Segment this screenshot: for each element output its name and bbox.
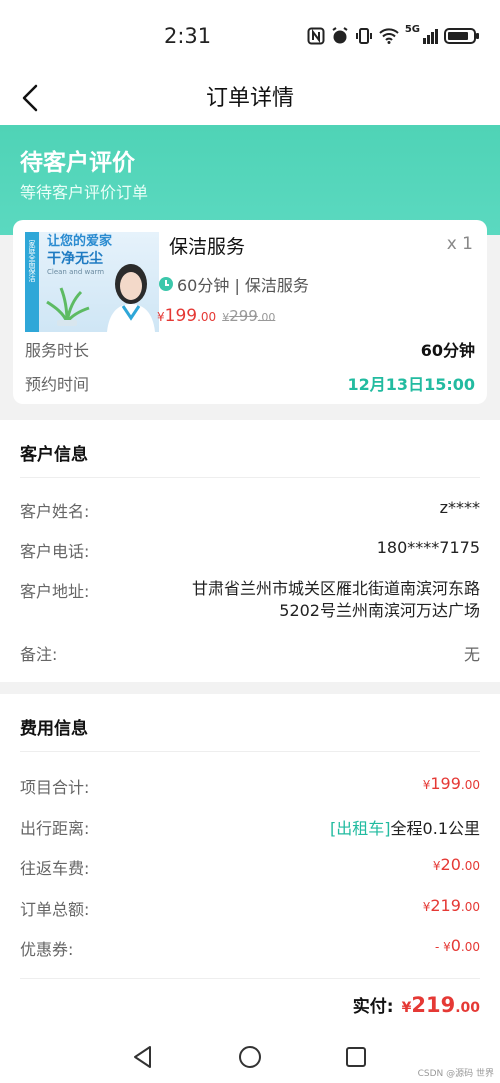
order-status-subtitle: 等待客户评价订单 (20, 183, 149, 202)
paid-amount-row: 实付: ¥219.00 (353, 992, 480, 1017)
cleaner-illustration (107, 264, 155, 332)
system-nav-bar: CSDN @源码 世界 (0, 1030, 500, 1083)
signal-icon (423, 29, 438, 44)
image-text-1: 让您的爱家 (47, 234, 113, 249)
status-header: 待客户评价 等待客户评价订单 (0, 125, 500, 235)
price-line: ¥199.00 ¥299.00 (157, 306, 275, 326)
battery-icon (444, 28, 479, 44)
address-line-1: 甘肃省兰州市城关区雁北街道南滨河东路 (191, 579, 480, 598)
current-price: ¥199.00 (157, 306, 217, 326)
customer-info-section: 客户信息 客户姓名: z**** 客户电话: 180****7175 客户地址:… (0, 420, 500, 682)
section-gap (0, 682, 500, 694)
network-label: 5G (404, 24, 420, 35)
nfc-icon (307, 27, 325, 45)
status-time: 2:31 (164, 24, 212, 48)
duration-label: 服务时长 (25, 341, 90, 360)
service-quantity: x 1 (446, 234, 473, 254)
vibrate-icon (355, 28, 372, 44)
coupon-value: - ¥0.00 (434, 936, 480, 955)
page-title: 订单详情 (205, 86, 294, 111)
appointment-value: 12月13日15:00 (347, 375, 475, 394)
total-value: ¥219.00 (422, 896, 480, 915)
original-price: ¥299.00 (222, 307, 276, 325)
customer-phone-label: 客户电话: (20, 542, 90, 561)
plant-illustration (46, 287, 90, 326)
subtotal-value: ¥199.00 (422, 774, 480, 793)
image-band-text: 家庭全面保洁 (28, 240, 36, 282)
appointment-label: 预约时间 (25, 375, 90, 394)
section-title: 费用信息 (20, 719, 88, 739)
image-text-2: 干净无尘 (47, 251, 103, 267)
customer-name-value: z**** (439, 498, 480, 517)
transport-tag: [出租车] (330, 819, 391, 838)
subtotal-label: 项目合计: (20, 778, 90, 797)
customer-name-label: 客户姓名: (20, 502, 90, 521)
image-side-band: 家庭全面保洁 (25, 232, 39, 332)
top-nav: 订单详情 (0, 72, 500, 125)
clock-icon (159, 277, 173, 291)
fare-label: 往返车费: (20, 859, 90, 878)
recents-square-icon[interactable] (344, 1045, 368, 1069)
service-duration-line: 60分钟 | 保洁服务 (159, 272, 309, 296)
image-text-3: Clean and warm (47, 268, 105, 276)
service-name: 保洁服务 (169, 236, 246, 258)
watermark: CSDN @源码 世界 (417, 1069, 494, 1079)
status-icons: 5G (307, 24, 479, 48)
fare-value: ¥20.00 (432, 855, 480, 874)
coupon-label: 优惠券: (20, 940, 74, 959)
customer-address-label: 客户地址: (20, 582, 90, 601)
back-triangle-icon[interactable] (130, 1044, 156, 1070)
fee-info-section: 费用信息 项目合计: ¥199.00 出行距离: [出租车]全程0.1公里 往返… (0, 694, 500, 1030)
service-image: 家庭全面保洁 让您的爱家 干净无尘 Clean and warm (25, 232, 159, 332)
distance-value: [出租车]全程0.1公里 (330, 819, 480, 838)
divider (20, 477, 480, 478)
divider (20, 751, 480, 752)
distance-label: 出行距离: (20, 819, 90, 838)
address-line-2: 5202号兰州南滨河万达广场 (279, 601, 480, 620)
remark-value: 无 (463, 645, 480, 664)
status-bar: 2:31 5G (0, 0, 500, 72)
wifi-icon (379, 28, 399, 44)
service-duration-desc: 60分钟 | 保洁服务 (177, 276, 309, 295)
service-card[interactable]: 家庭全面保洁 让您的爱家 干净无尘 Clean and warm 保洁服务 x … (13, 220, 487, 404)
paid-label: 实付: (352, 997, 394, 1017)
remark-label: 备注: (20, 645, 58, 664)
duration-value: 60分钟 (420, 341, 475, 360)
customer-address-value: 甘肃省兰州市城关区雁北街道南滨河东路 5202号兰州南滨河万达广场 (192, 578, 480, 622)
section-title: 客户信息 (20, 445, 88, 465)
divider (20, 978, 480, 979)
order-status-title: 待客户评价 (20, 150, 135, 176)
home-circle-icon[interactable] (237, 1044, 263, 1070)
paid-value: ¥219.00 (401, 993, 480, 1017)
total-label: 订单总额: (20, 900, 90, 919)
customer-phone-value[interactable]: 180****7175 (377, 538, 480, 557)
alarm-icon (332, 27, 348, 44)
